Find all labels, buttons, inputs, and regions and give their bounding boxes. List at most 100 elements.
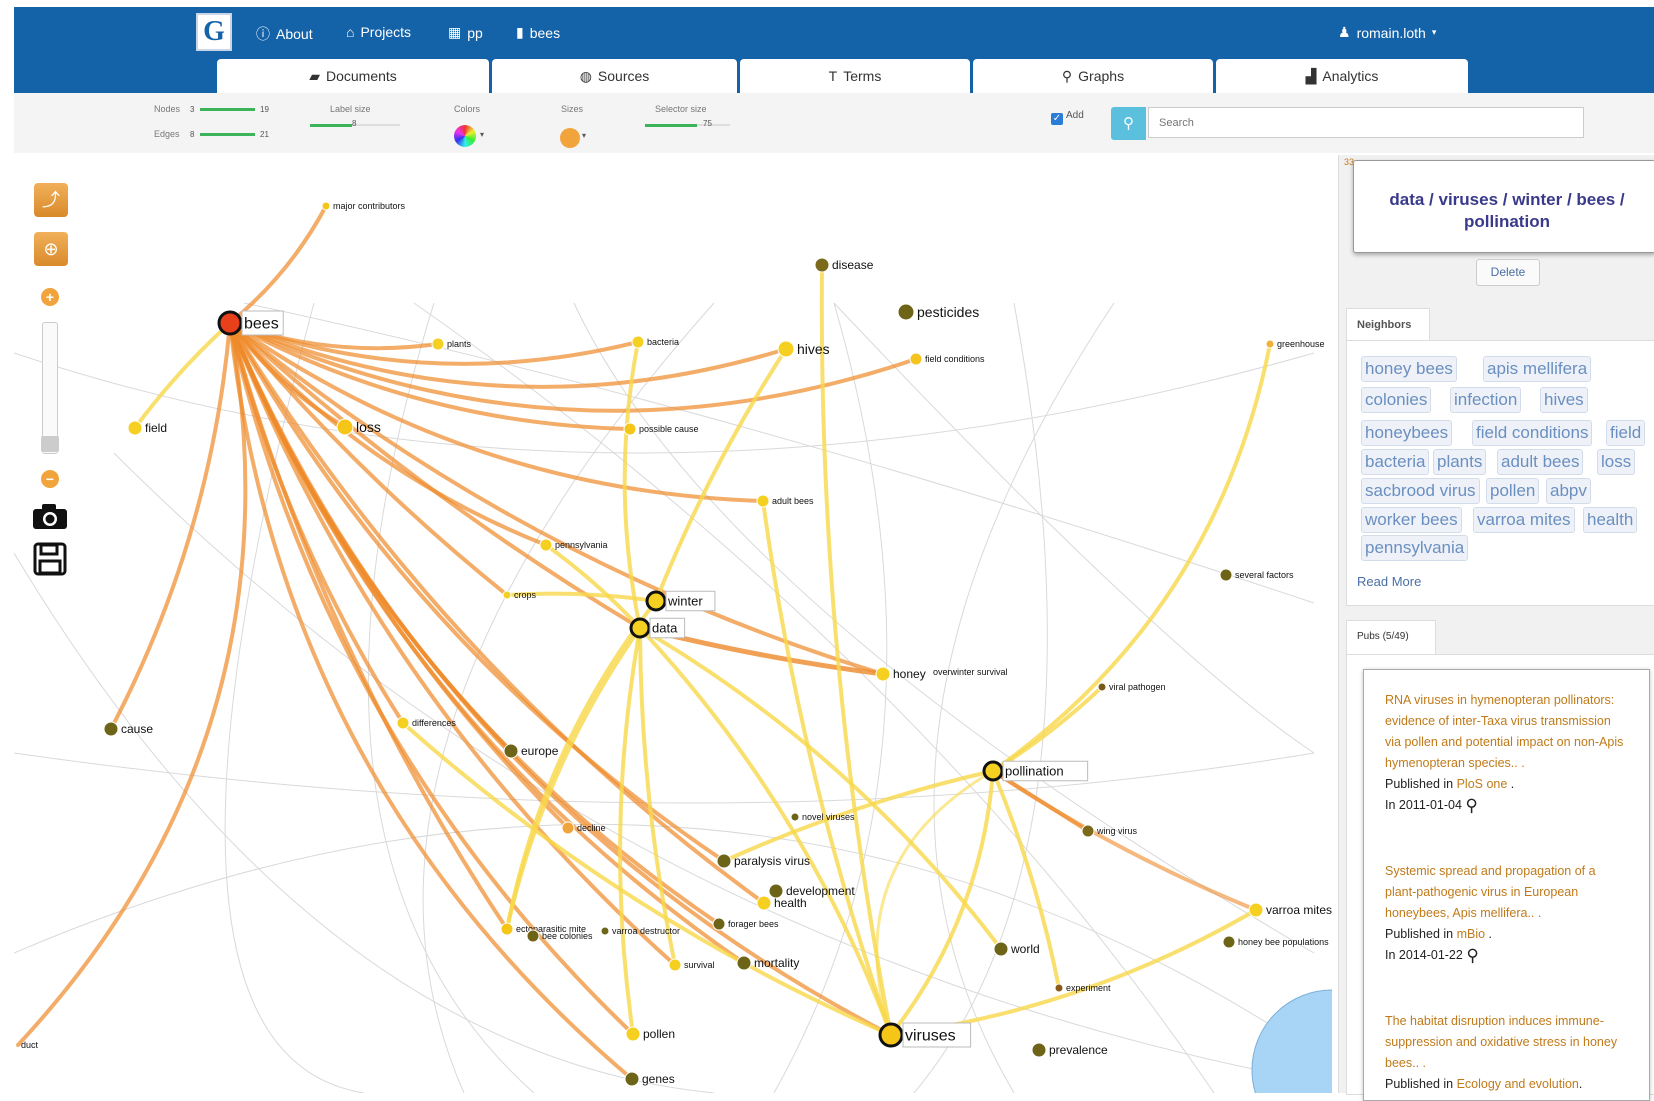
graph-node[interactable]: pollen — [625, 1026, 675, 1042]
graph-node[interactable]: honey — [875, 666, 926, 682]
graph-node[interactable]: pennsylvania — [539, 538, 608, 552]
neighbor-chip[interactable]: abpv — [1546, 478, 1591, 504]
neighbor-chip[interactable]: infection — [1450, 387, 1522, 413]
neighbor-chip[interactable]: health — [1583, 507, 1638, 533]
zoom-in-icon[interactable]: + — [41, 288, 59, 306]
neighbor-chip[interactable]: plants — [1433, 449, 1487, 475]
graph-node[interactable]: loss — [336, 418, 381, 436]
neighbor-chip[interactable]: adult bees — [1497, 449, 1584, 475]
graph-node[interactable]: several factors — [1219, 568, 1294, 582]
graph-node[interactable]: varroa destructor — [600, 926, 680, 936]
pub-item[interactable]: The habitat disruption induces immune-su… — [1385, 1011, 1627, 1095]
neighbor-chip[interactable]: apis mellifera — [1483, 356, 1592, 382]
neighbor-chip[interactable]: field — [1606, 420, 1646, 446]
neighbor-chip[interactable]: colonies — [1361, 387, 1432, 413]
graph-node[interactable]: plants — [431, 337, 472, 351]
user-menu[interactable]: ♟ romain.loth ▾ — [1338, 24, 1436, 41]
graph-node[interactable]: hives — [777, 340, 830, 358]
nav-document[interactable]: ▮ bees — [516, 24, 560, 41]
neighbor-chip[interactable]: honeybees — [1361, 420, 1453, 446]
neighbor-chip[interactable]: bacteria — [1361, 449, 1430, 475]
graph-node[interactable]: cause — [103, 721, 153, 737]
neighbor-chip[interactable]: pollen — [1486, 478, 1540, 504]
graph-node[interactable]: decline — [561, 821, 606, 835]
tab-analytics[interactable]: ▟ Analytics — [1216, 59, 1468, 93]
edges-range-slider[interactable] — [200, 133, 255, 136]
graph-node[interactable]: field conditions — [909, 352, 985, 366]
search-button[interactable]: ⚲ — [1111, 107, 1146, 140]
graph-node[interactable]: novel viruses — [790, 812, 855, 822]
app-logo[interactable]: G — [196, 13, 232, 51]
size-selector-icon[interactable] — [560, 128, 580, 148]
graph-node[interactable]: forager bees — [712, 917, 779, 931]
zoom-slider[interactable] — [42, 322, 58, 454]
zoom-out-icon[interactable]: − — [41, 470, 59, 488]
graph-node[interactable]: duct — [21, 1040, 39, 1050]
graph-node[interactable]: world — [993, 941, 1040, 957]
graph-node[interactable]: adult bees — [756, 494, 814, 508]
tab-graphs[interactable]: ⚲ Graphs — [973, 59, 1213, 93]
tab-sources[interactable]: ◍ Sources — [492, 59, 737, 93]
save-icon[interactable] — [33, 542, 67, 576]
graph-node[interactable]: varroa mites — [1248, 902, 1332, 918]
graph-node[interactable]: genes — [624, 1071, 675, 1087]
neighbor-chip[interactable]: hives — [1540, 387, 1588, 413]
graph-node[interactable]: differences — [396, 716, 456, 730]
neighbor-chip[interactable]: honey bees — [1361, 356, 1457, 382]
neighbor-chip[interactable]: loss — [1597, 449, 1636, 475]
edit-graph-button[interactable]: ⤴ — [34, 183, 68, 217]
graph-node[interactable]: crops — [502, 590, 537, 600]
graph-node[interactable]: bacteria — [631, 335, 679, 349]
view-document-icon[interactable]: ⚲ — [1466, 945, 1478, 966]
tab-pubs[interactable]: Pubs (5/49) — [1346, 620, 1436, 654]
nav-about[interactable]: ⓘ About — [256, 24, 313, 44]
graph-node[interactable]: europe — [503, 743, 559, 759]
view-document-icon[interactable]: ⚲ — [1465, 795, 1477, 816]
graph-node[interactable]: experiment — [1054, 983, 1111, 993]
graph-node[interactable]: major contributors — [321, 201, 406, 211]
neighbor-chip[interactable]: field conditions — [1472, 420, 1593, 446]
nav-projects[interactable]: ⌂ Projects — [346, 24, 411, 40]
graph-node[interactable]: pollination — [982, 760, 1089, 782]
graph-node[interactable]: overwinter survival — [933, 667, 1008, 677]
graph-node[interactable]: prevalence — [1031, 1042, 1108, 1058]
graph-node[interactable]: honey bee populations — [1222, 935, 1329, 949]
neighbor-chip[interactable]: varroa mites — [1473, 507, 1575, 533]
graph-node[interactable]: health — [756, 895, 807, 911]
graph-node[interactable]: greenhouse — [1265, 339, 1325, 349]
zoom-slider-handle[interactable] — [41, 436, 59, 452]
graph-node[interactable]: field — [127, 420, 167, 436]
nav-corpus[interactable]: ▦ pp — [448, 24, 483, 41]
graph-node[interactable]: wing virus — [1081, 824, 1138, 838]
pub-item[interactable]: Systemic spread and propagation of a pla… — [1385, 861, 1627, 966]
graph-node[interactable]: winter — [645, 590, 716, 612]
graph-node[interactable]: mortality — [736, 955, 799, 971]
graph-node[interactable]: bee colonies — [526, 929, 593, 943]
tab-documents[interactable]: ▰ Documents — [217, 59, 489, 93]
neighbor-chip[interactable]: worker bees — [1361, 507, 1462, 533]
graph-node[interactable]: possible cause — [623, 422, 699, 436]
tab-neighbors[interactable]: Neighbors — [1346, 308, 1430, 342]
selector-size-slider[interactable] — [645, 124, 730, 127]
graph-node[interactable]: pesticides — [897, 303, 979, 321]
nodes-range-slider[interactable] — [200, 108, 255, 111]
graph-node[interactable]: viruses — [878, 1022, 972, 1048]
pub-item[interactable]: RNA viruses in hymenopteran pollinators:… — [1385, 690, 1627, 816]
graph-svg[interactable]: bees major contributors disease pesticides p… — [14, 153, 1332, 1093]
neighbor-chip[interactable]: pennsylvania — [1361, 535, 1469, 561]
add-checkbox[interactable]: ✓ — [1051, 113, 1063, 125]
graph-node[interactable]: survival — [668, 958, 715, 972]
graph-node[interactable]: viral pathogen — [1097, 682, 1166, 692]
graph-node[interactable]: bees — [217, 310, 284, 336]
color-wheel-icon[interactable] — [454, 125, 476, 147]
neighbor-chip[interactable]: sacbrood virus — [1361, 478, 1480, 504]
center-view-button[interactable]: ⊕ — [34, 232, 68, 266]
tab-terms[interactable]: T Terms — [740, 59, 970, 93]
search-input[interactable] — [1148, 107, 1584, 138]
delete-button[interactable]: Delete — [1476, 259, 1540, 286]
graph-node[interactable]: disease — [814, 257, 874, 273]
graph-node[interactable]: data — [629, 617, 686, 639]
read-more-link[interactable]: Read More — [1357, 574, 1421, 589]
graph-canvas[interactable]: bees major contributors disease pesticides p… — [14, 153, 1332, 1093]
camera-icon[interactable] — [31, 503, 69, 531]
